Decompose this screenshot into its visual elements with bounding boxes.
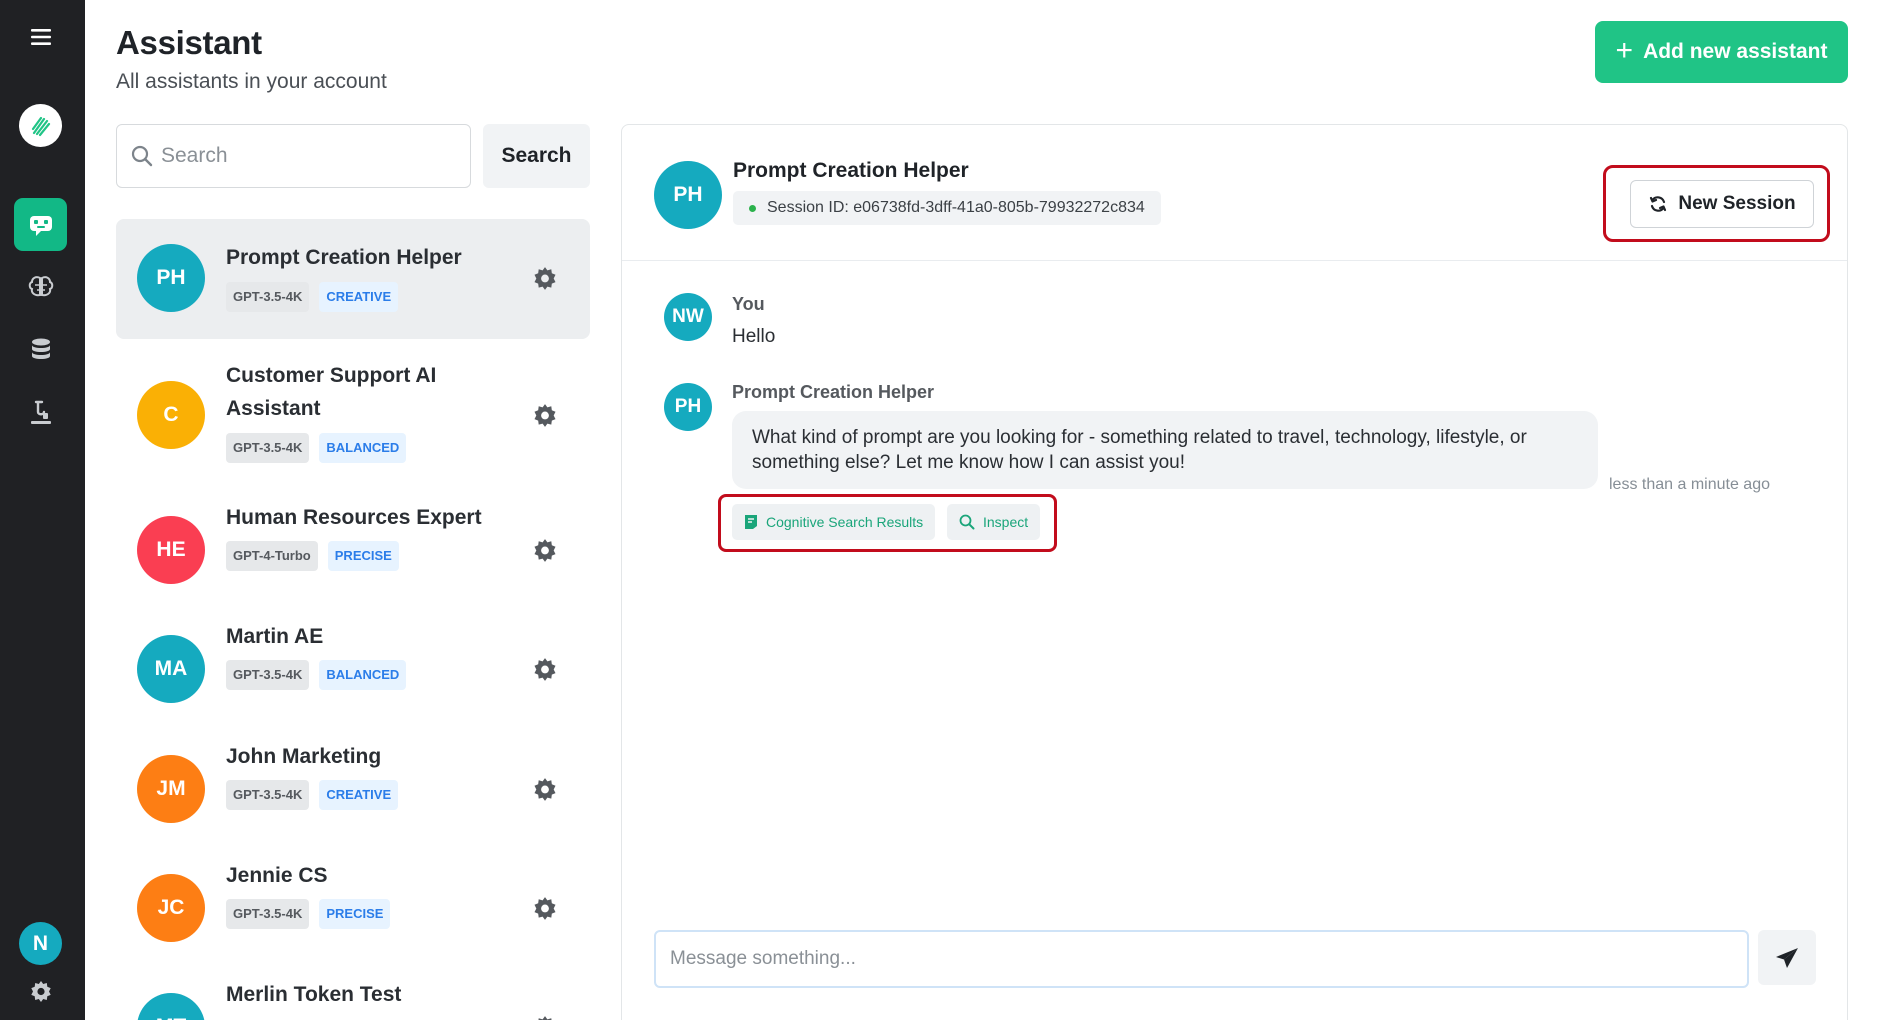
- assistant-card[interactable]: MA Martin AE GPT-3.5-4K BALANCED: [116, 609, 590, 729]
- model-badge: GPT-3.5-4K: [226, 282, 310, 312]
- inspect-label: Inspect: [983, 514, 1029, 530]
- assistant-card[interactable]: C Customer Support AI Assistant GPT-3.5-…: [116, 339, 590, 491]
- logo-icon: [31, 116, 50, 136]
- assistant-avatar: PH: [664, 383, 712, 431]
- menu-button[interactable]: [14, 10, 67, 63]
- nav-brain[interactable]: [14, 260, 67, 313]
- assistant-avatar: JM: [137, 755, 205, 823]
- assistant-name: Jennie CS: [226, 864, 328, 887]
- assistant-avatar: MA: [137, 635, 205, 703]
- nav-lab[interactable]: [14, 386, 67, 439]
- message-composer: [654, 930, 1749, 988]
- assistant-name: John Marketing: [226, 745, 382, 768]
- assistant-list: PH Prompt Creation Helper GPT-3.5-4K CRE…: [116, 219, 590, 1020]
- cognitive-search-results-button[interactable]: Cognitive Search Results: [732, 504, 936, 540]
- model-badge: GPT-4-Turbo: [226, 541, 318, 571]
- gear-icon[interactable]: [532, 403, 558, 429]
- user-avatar: NW: [664, 293, 712, 341]
- gear-icon[interactable]: [532, 1015, 558, 1020]
- assistant-card[interactable]: JM John Marketing GPT-3.5-4K CREATIVE: [116, 729, 590, 848]
- model-badge: GPT-3.5-4K: [226, 433, 310, 463]
- search-icon: [131, 145, 153, 167]
- mode-badge: CREATIVE: [319, 282, 399, 312]
- assistant-avatar: MT: [137, 993, 205, 1020]
- gear-icon[interactable]: [532, 896, 558, 922]
- menu-icon: [30, 28, 51, 45]
- send-icon: [1776, 947, 1798, 968]
- brain-icon: [28, 275, 53, 296]
- chat-header: PH Prompt Creation Helper Session ID: e0…: [622, 125, 1847, 261]
- settings-button[interactable]: [14, 965, 67, 1018]
- message-author: You: [732, 294, 765, 314]
- new-session-button[interactable]: New Session: [1630, 180, 1814, 228]
- user-avatar[interactable]: N: [19, 922, 62, 965]
- gear-icon[interactable]: [532, 657, 558, 683]
- nav-assistants[interactable]: [14, 198, 67, 251]
- send-button[interactable]: [1758, 930, 1816, 985]
- message-text: Hello: [732, 326, 776, 347]
- document-icon: [745, 515, 757, 529]
- message-input[interactable]: [670, 948, 1730, 970]
- search-input[interactable]: [161, 144, 451, 168]
- assistant-card[interactable]: PH Prompt Creation Helper GPT-3.5-4K CRE…: [116, 219, 590, 339]
- mode-badge: BALANCED: [319, 433, 407, 463]
- add-new-assistant-button[interactable]: + Add new assistant: [1595, 21, 1848, 83]
- lab-icon: [30, 400, 51, 424]
- refresh-icon: [1650, 196, 1667, 212]
- cognitive-search-label: Cognitive Search Results: [766, 514, 924, 530]
- search-icon: [959, 514, 975, 530]
- assistant-name: Prompt Creation Helper: [226, 246, 462, 269]
- mode-badge: PRECISE: [319, 899, 391, 929]
- search-box: [116, 124, 471, 188]
- left-rail: N: [0, 0, 85, 1020]
- assistant-avatar: C: [137, 381, 205, 449]
- search-button[interactable]: Search: [483, 124, 590, 188]
- database-icon: [31, 338, 50, 359]
- assistant-name: Customer Support AI Assistant: [226, 364, 437, 420]
- chat-assistant-name: Prompt Creation Helper: [733, 159, 969, 182]
- assistant-avatar: PH: [654, 161, 722, 229]
- assistant-name: Human Resources Expert: [226, 506, 482, 529]
- session-id-text: Session ID: e06738fd-3dff-41a0-805b-7993…: [767, 199, 1145, 216]
- assistant-card[interactable]: MT Merlin Token Test: [116, 967, 590, 1020]
- chat-panel: PH Prompt Creation Helper Session ID: e0…: [621, 124, 1848, 1020]
- plus-icon: +: [1615, 33, 1634, 67]
- mode-badge: CREATIVE: [319, 780, 399, 810]
- assistant-name: Merlin Token Test: [226, 983, 402, 1006]
- status-dot-icon: [749, 205, 756, 212]
- mode-badge: BALANCED: [319, 660, 407, 690]
- assistant-icon: [29, 215, 52, 236]
- gear-icon[interactable]: [532, 538, 558, 564]
- gear-icon[interactable]: [532, 777, 558, 803]
- message-author: Prompt Creation Helper: [732, 382, 935, 402]
- assistant-name: Martin AE: [226, 625, 324, 648]
- app-logo[interactable]: [19, 104, 62, 147]
- assistant-avatar: PH: [137, 244, 205, 312]
- message-timestamp: less than a minute ago: [1609, 476, 1770, 493]
- new-session-label: New Session: [1678, 193, 1796, 214]
- model-badge: GPT-3.5-4K: [226, 660, 310, 690]
- model-badge: GPT-3.5-4K: [226, 780, 310, 810]
- gear-icon[interactable]: [532, 266, 558, 292]
- inspect-button[interactable]: Inspect: [947, 504, 1041, 540]
- mode-badge: PRECISE: [327, 541, 399, 571]
- assistant-card[interactable]: HE Human Resources Expert GPT-4-Turbo PR…: [116, 491, 590, 609]
- message-bubble: What kind of prompt are you looking for …: [732, 411, 1598, 489]
- page-subtitle: All assistants in your account: [116, 70, 387, 93]
- user-initial: N: [32, 931, 49, 955]
- assistant-avatar: HE: [137, 516, 205, 584]
- assistant-avatar: JC: [137, 874, 205, 942]
- model-badge: GPT-3.5-4K: [226, 899, 310, 929]
- session-id-badge: Session ID: e06738fd-3dff-41a0-805b-7993…: [733, 191, 1161, 225]
- add-new-assistant-label: Add new assistant: [1643, 40, 1828, 63]
- gear-icon: [30, 980, 51, 1002]
- nav-database[interactable]: [14, 323, 67, 376]
- page-title: Assistant: [116, 24, 262, 61]
- assistant-card[interactable]: JC Jennie CS GPT-3.5-4K PRECISE: [116, 848, 590, 967]
